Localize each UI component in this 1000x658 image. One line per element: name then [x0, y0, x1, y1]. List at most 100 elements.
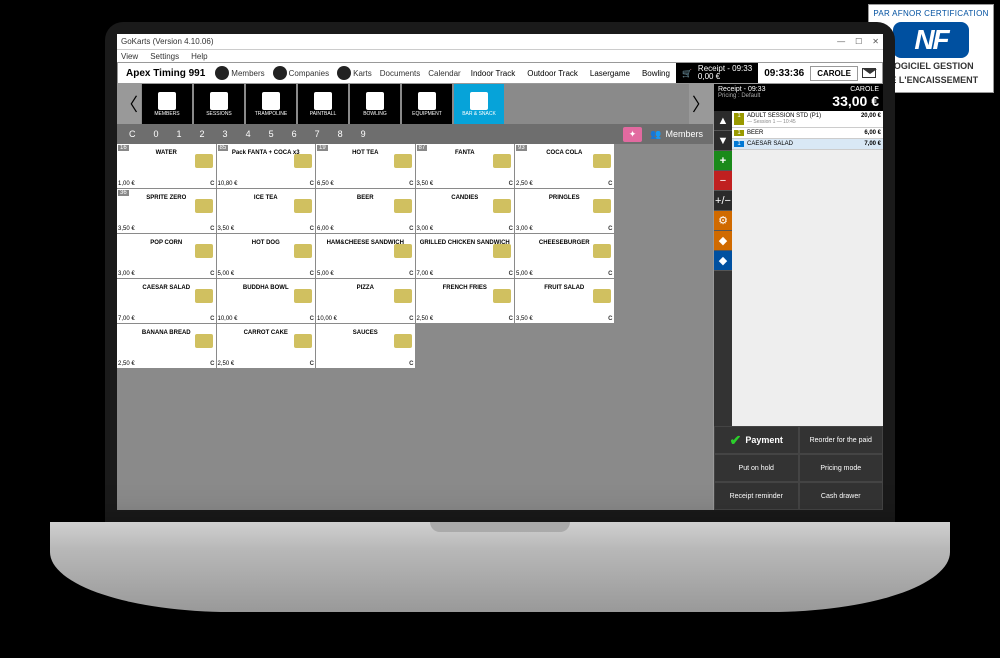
hold-button[interactable]: Put on hold: [714, 454, 799, 482]
product-tile[interactable]: HAM&CHEESE SANDWICH5,00 €C: [316, 234, 415, 278]
numpad-8[interactable]: 8: [336, 129, 345, 139]
product-tile[interactable]: 19HOT TEA6,50 €C: [316, 144, 415, 188]
topbar-calendar[interactable]: Calendar: [428, 69, 460, 78]
topbar-members[interactable]: Members: [215, 66, 264, 80]
product-tile[interactable]: SAUCESC: [316, 324, 415, 368]
product-tile[interactable]: PIZZA10,00 €C: [316, 279, 415, 323]
action-tag[interactable]: ◆: [714, 231, 732, 251]
product-tile[interactable]: BEER6,00 €C: [316, 189, 415, 233]
product-tile[interactable]: GRILLED CHICKEN SANDWICH7,00 €C: [416, 234, 515, 278]
receipt-summary[interactable]: 🛒 Receipt - 09:33 0,00 €: [676, 63, 758, 83]
pricing-button[interactable]: Pricing mode: [799, 454, 884, 482]
numpad-5[interactable]: 5: [267, 129, 276, 139]
product-thumb: [593, 289, 611, 303]
action-blue[interactable]: ◆: [714, 251, 732, 271]
numpad-7[interactable]: 7: [313, 129, 322, 139]
numpad-2[interactable]: 2: [198, 129, 207, 139]
numpad-C[interactable]: C: [127, 129, 138, 139]
window-close[interactable]: ✕: [872, 37, 879, 46]
product-tile[interactable]: 16WATER1,00 €C: [117, 144, 216, 188]
track-indoor[interactable]: Indoor Track: [465, 67, 521, 80]
drawer-button[interactable]: Cash drawer: [799, 482, 884, 510]
product-tile[interactable]: 36SPRITE ZERO3,50 €C: [117, 189, 216, 233]
numpad-4[interactable]: 4: [244, 129, 253, 139]
user-button[interactable]: CAROLE: [810, 66, 858, 81]
category-tab-5[interactable]: EQUIPMENT: [402, 84, 452, 124]
topbar-documents[interactable]: Documents: [380, 69, 420, 78]
category-tab-6[interactable]: BAR & SNACK: [454, 84, 504, 124]
reorder-button[interactable]: Reorder for the paid: [799, 426, 884, 454]
cat-next[interactable]: 〉: [689, 84, 713, 124]
product-tile[interactable]: BANANA BREAD2,50 €C: [117, 324, 216, 368]
nf-logo: NF: [893, 22, 969, 58]
cat-prev[interactable]: 〈: [117, 84, 141, 124]
product-price: 2,50 €: [417, 316, 434, 322]
action-gear[interactable]: ⚙: [714, 211, 732, 231]
product-tile[interactable]: CARROT CAKE2,50 €C: [217, 324, 316, 368]
product-tile[interactable]: FRENCH FRIES2,50 €C: [416, 279, 515, 323]
product-tile[interactable]: BUDDHA BOWL10,00 €C: [217, 279, 316, 323]
companies-icon: [273, 66, 287, 80]
product-tile[interactable]: ICE TEA3,50 €C: [217, 189, 316, 233]
modifier[interactable]: +/−: [714, 191, 732, 211]
product-thumb: [294, 199, 312, 213]
product-price: 10,80 €: [218, 181, 238, 187]
numpad-0[interactable]: 0: [152, 129, 161, 139]
laptop-bezel: GoKarts (Version 4.10.06) — ☐ ✕ View Set…: [105, 22, 895, 522]
line-amount: 6,00 €: [864, 130, 881, 136]
product-tile[interactable]: 93COCA COLA2,50 €C: [515, 144, 614, 188]
members-quick[interactable]: 👥Members: [650, 129, 703, 140]
qty-minus[interactable]: −: [714, 171, 732, 191]
product-thumb: [294, 154, 312, 168]
product-price: 6,50 €: [317, 181, 334, 187]
product-price: 1,00 €: [118, 181, 135, 187]
product-tile[interactable]: FRUIT SALAD3,50 €C: [515, 279, 614, 323]
numpad-9[interactable]: 9: [359, 129, 368, 139]
product-tile[interactable]: PRINGLES3,00 €C: [515, 189, 614, 233]
category-tab-4[interactable]: BOWLING: [350, 84, 400, 124]
menu-help[interactable]: Help: [191, 52, 207, 61]
product-price: 3,50 €: [118, 226, 135, 232]
product-tile[interactable]: 85Pack FANTA + COCA x310,80 €C: [217, 144, 316, 188]
topbar-karts[interactable]: Karts: [337, 66, 372, 80]
payment-button[interactable]: ✔Payment: [714, 426, 799, 454]
category-tab-2[interactable]: TRAMPOLINE: [246, 84, 296, 124]
product-tile[interactable]: CAESAR SALAD7,00 €C: [117, 279, 216, 323]
track-lasergame[interactable]: Lasergame: [584, 67, 636, 80]
product-price: 2,50 €: [516, 181, 533, 187]
nav-down[interactable]: ▼: [714, 131, 732, 151]
track-bowling[interactable]: Bowling: [636, 67, 676, 80]
product-tile[interactable]: 87FANTA3,50 €C: [416, 144, 515, 188]
cart-icon: 🛒: [682, 69, 692, 78]
left-pane: 〈 MEMBERSSESSIONSTRAMPOLINEPAINTBALLBOWL…: [117, 84, 713, 510]
category-tab-0[interactable]: MEMBERS: [142, 84, 192, 124]
category-tab-1[interactable]: SESSIONS: [194, 84, 244, 124]
product-thumb: [493, 289, 511, 303]
menu-settings[interactable]: Settings: [150, 52, 179, 61]
menu-view[interactable]: View: [121, 52, 138, 61]
product-tile[interactable]: HOT DOG5,00 €C: [217, 234, 316, 278]
topbar-companies[interactable]: Companies: [273, 66, 329, 80]
category-tab-3[interactable]: PAINTBALL: [298, 84, 348, 124]
window-maximize[interactable]: ☐: [855, 37, 862, 46]
qty-plus[interactable]: +: [714, 151, 732, 171]
line-qty: 1: [734, 130, 744, 136]
people-icon: 👥: [650, 129, 661, 140]
reminder-button[interactable]: Receipt reminder: [714, 482, 799, 510]
product-tile[interactable]: POP CORN3,00 €C: [117, 234, 216, 278]
numpad-3[interactable]: 3: [221, 129, 230, 139]
window-minimize[interactable]: —: [837, 37, 845, 46]
product-price: 2,50 €: [218, 361, 235, 367]
chip-icon[interactable]: ✦: [623, 127, 643, 142]
product-thumb: [195, 199, 213, 213]
receipt-line[interactable]: 1ADULT SESSION STD (P1)— Session 1 — 10:…: [732, 111, 883, 128]
product-tile[interactable]: CANDIES3,00 €C: [416, 189, 515, 233]
receipt-line[interactable]: 1BEER6,00 €: [732, 128, 883, 139]
nav-up[interactable]: ▲: [714, 111, 732, 131]
numpad-6[interactable]: 6: [290, 129, 299, 139]
product-tile[interactable]: CHEESEBURGER5,00 €C: [515, 234, 614, 278]
mail-icon[interactable]: [862, 68, 876, 78]
numpad-1[interactable]: 1: [175, 129, 184, 139]
receipt-line[interactable]: 1CAESAR SALAD7,00 €: [732, 139, 883, 150]
track-outdoor[interactable]: Outdoor Track: [521, 67, 584, 80]
